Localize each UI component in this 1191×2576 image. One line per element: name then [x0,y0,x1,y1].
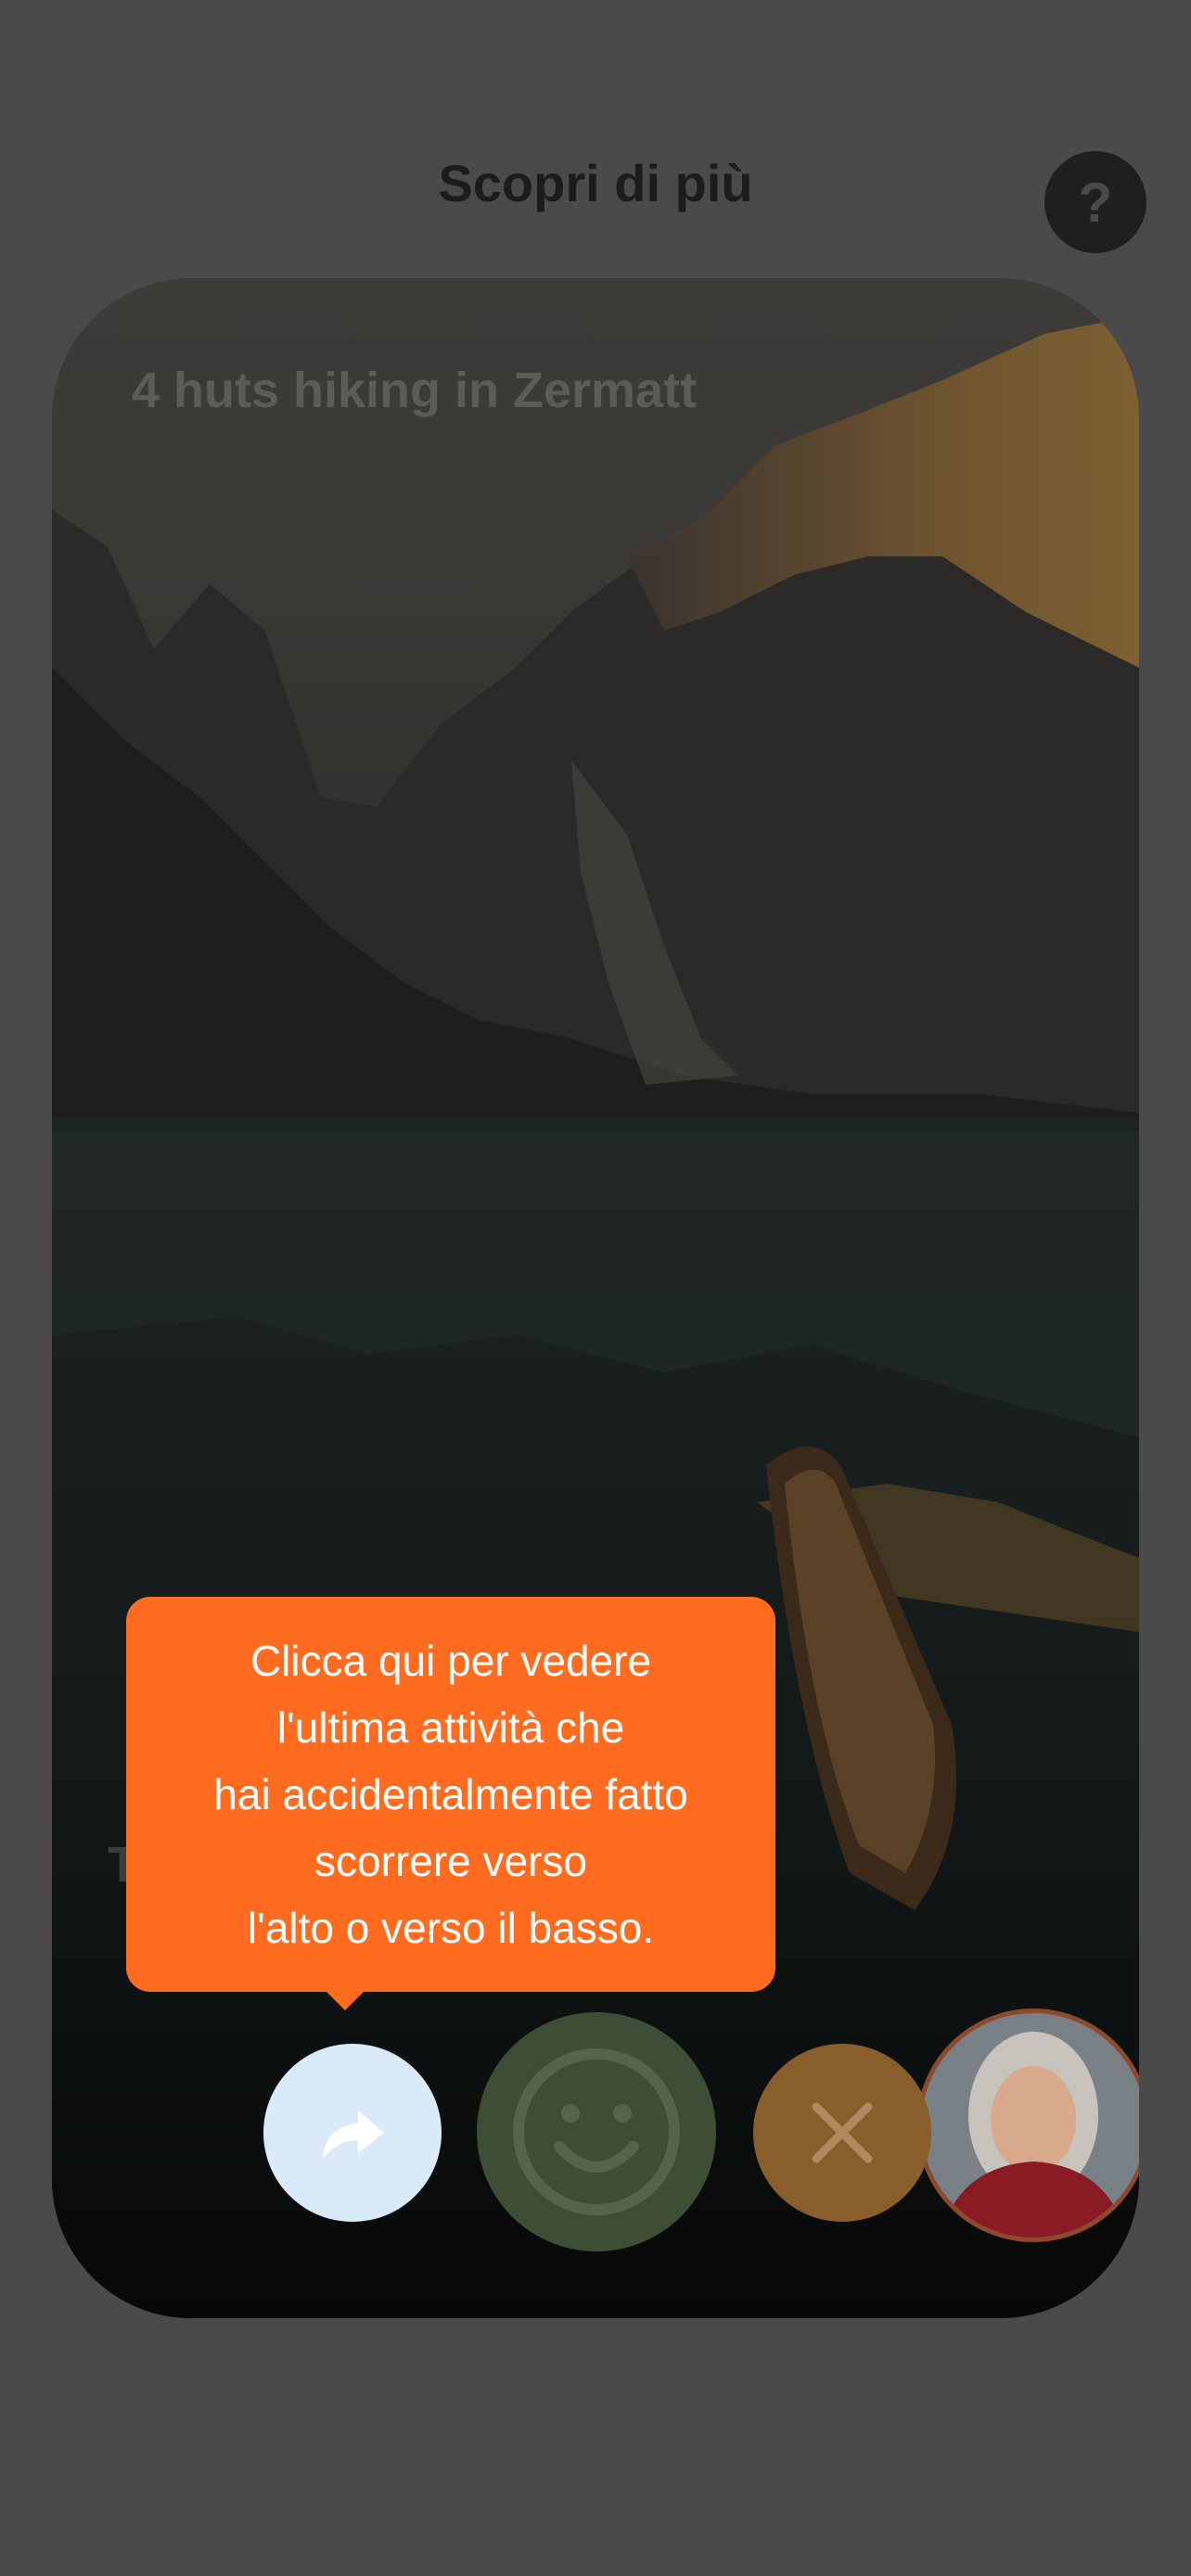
help-button[interactable]: ? [1044,151,1146,253]
host-photo [921,2013,1139,2238]
question-mark-icon: ? [1078,171,1113,234]
undo-tooltip: Clicca qui per vedere l'ultima attività … [126,1597,775,1992]
close-icon [812,2102,873,2163]
like-button[interactable] [477,2012,716,2251]
undo-button[interactable] [263,2044,442,2222]
smiley-icon [513,2048,680,2215]
tooltip-tail [325,1990,365,2010]
dislike-button[interactable] [753,2044,931,2222]
tooltip-line: l'ultima attività che [276,1703,625,1752]
tooltip-line: l'alto o verso il basso. [247,1904,655,1952]
tooltip-line: hai accidentalmente fatto [213,1770,688,1818]
tooltip-line: scorrere verso [314,1837,587,1885]
redo-arrow-icon [323,2111,384,2159]
card-title: 4 huts hiking in Zermatt [132,363,698,418]
page-title: Scopri di più [438,154,753,212]
host-avatar[interactable] [916,2009,1139,2242]
tooltip-line: Clicca qui per vedere [250,1637,652,1685]
